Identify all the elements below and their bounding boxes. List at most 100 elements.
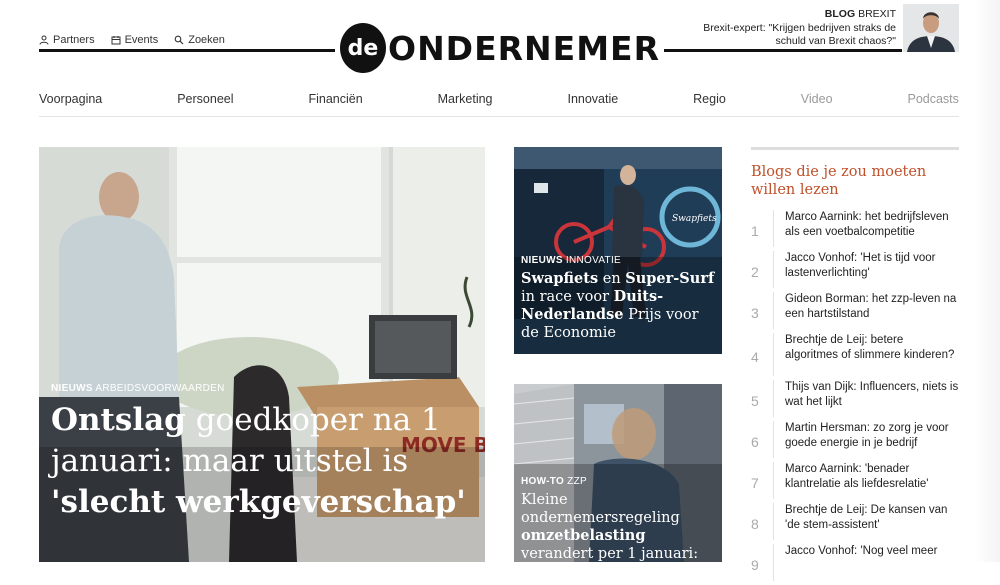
list-item-divider [773, 503, 774, 540]
list-item-number: 5 [751, 392, 759, 409]
list-item[interactable]: 1 Marco Aarnink: het bedrijfsleven als ee… [751, 210, 959, 251]
list-item[interactable]: 9 Jacco Vonhof: 'Nog veel meer [751, 544, 959, 585]
nav-financien[interactable]: Financiën [308, 92, 362, 106]
list-item-text: Martin Hersman: zo zorg je voor goede en… [785, 422, 949, 449]
list-item[interactable]: 5 Thijs van Dijk: Influencers, niets is w… [751, 380, 959, 421]
list-item-number: 7 [751, 474, 759, 491]
card1-title-p1: Swapfiets [521, 270, 599, 287]
card1-kicker: NIEUWS INNOVATIE [521, 255, 717, 266]
list-item-number: 9 [751, 556, 759, 573]
list-item-number: 6 [751, 433, 759, 450]
list-item[interactable]: 8 Brechtje de Leij: De kansen van 'de ste… [751, 503, 959, 544]
logo-word: ONDERNEMER [388, 28, 660, 68]
article-card-kor[interactable]: HOW-TO ZZP Kleine ondernemersregeling om… [514, 384, 722, 562]
hero-title-part3: 'slecht werkgeverschap' [51, 484, 466, 520]
article-card-swapfiets[interactable]: Swapfiets NIEUWS INNOVATIE Swapfiets en … [514, 147, 722, 354]
card2-text: HOW-TO ZZP Kleine ondernemersregeling om… [521, 476, 717, 562]
list-item[interactable]: 2 Jacco Vonhof: 'Het is tijd voor lastenv… [751, 251, 959, 292]
nav-regio[interactable]: Regio [693, 92, 726, 106]
search-link[interactable]: Zoeken [174, 34, 225, 46]
nav-marketing[interactable]: Marketing [438, 92, 493, 106]
page: Partners Events Zoeken de ONDERNEMER BLO… [0, 0, 1000, 581]
nav-personeel[interactable]: Personeel [177, 92, 233, 106]
hero-kicker-bold: NIEUWS [51, 383, 93, 394]
card2-kicker: HOW-TO ZZP [521, 476, 717, 487]
hero-title-part1: Ontslag [51, 402, 186, 438]
blog-promo-kicker-rest: BREXIT [858, 8, 896, 20]
list-item-divider [773, 421, 774, 458]
nav-video[interactable]: Video [801, 92, 833, 106]
card1-text: NIEUWS INNOVATIE Swapfiets en Super-Surf… [521, 255, 717, 342]
page-edge-shade [974, 0, 1000, 562]
partners-label: Partners [53, 34, 95, 46]
card1-kicker-rest: INNOVATIE [565, 255, 622, 266]
card1-title-p4: in race voor [521, 289, 614, 305]
header-rule-left [39, 49, 335, 52]
hero-title[interactable]: Ontslag goedkoper na 1 januari: maar uit… [51, 400, 471, 523]
list-item-divider [773, 544, 774, 581]
list-item-text: Thijs van Dijk: Influencers, niets is wa… [785, 381, 959, 408]
list-item-divider [773, 251, 774, 288]
card2-kicker-bold: HOW-TO [521, 476, 565, 487]
list-item[interactable]: 3 Gideon Borman: het zzp-leven na een har… [751, 292, 959, 333]
card2-title-p2: omzetbelasting [521, 527, 646, 544]
list-item-text: Brechtje de Leij: betere algoritmes of s… [785, 334, 955, 361]
utility-nav: Partners Events Zoeken [39, 34, 225, 46]
list-item-divider [773, 462, 774, 499]
search-icon [174, 35, 184, 45]
card1-title-p2: en [598, 271, 626, 287]
list-item-text: Jacco Vonhof: 'Het is tijd voor lastenve… [785, 252, 936, 279]
list-item-number: 8 [751, 515, 759, 532]
list-item-divider [773, 292, 774, 329]
logo-mark-text: de [347, 35, 379, 61]
card1-title[interactable]: Swapfiets en Super-Surf in race voor Dui… [521, 270, 717, 342]
blog-promo-kicker-bold: BLOG [824, 8, 856, 20]
blog-promo[interactable]: BLOG BREXIT Brexit-expert: "Krijgen bedr… [696, 8, 896, 48]
svg-text:Swapfiets: Swapfiets [672, 214, 717, 224]
list-item-divider [773, 210, 774, 247]
blog-promo-kicker: BLOG BREXIT [696, 8, 896, 21]
nav-voorpagina[interactable]: Voorpagina [39, 92, 102, 106]
blogs-sidebar: Blogs die je zou moeten willen lezen 1 Ma… [751, 147, 959, 585]
hero-article[interactable]: MOVE B NIEUWS ARBEIDSVOORWAARDEN Ontslag… [39, 147, 485, 562]
main-nav: Voorpagina Personeel Financiën Marketing… [39, 92, 959, 106]
card2-kicker-rest: ZZP [567, 476, 587, 487]
nav-innovatie[interactable]: Innovatie [567, 92, 618, 106]
calendar-icon [111, 36, 121, 45]
blog-promo-text: Brexit-expert: "Krijgen bedrijven straks… [703, 22, 896, 47]
header-rule-right [664, 49, 902, 52]
search-label: Zoeken [188, 34, 225, 46]
blog-list: 1 Marco Aarnink: het bedrijfsleven als ee… [751, 210, 959, 585]
list-item-divider [773, 333, 774, 376]
list-item[interactable]: 7 Marco Aarnink: 'benader klantrelatie al… [751, 462, 959, 503]
list-item-number: 3 [751, 304, 759, 321]
list-item[interactable]: 6 Martin Hersman: zo zorg je voor goede e… [751, 421, 959, 462]
list-item-text: Gideon Borman: het zzp-leven na een hart… [785, 293, 957, 320]
list-item-text: Brechtje de Leij: De kansen van 'de stem… [785, 504, 948, 531]
author-avatar[interactable] [903, 4, 959, 52]
nav-podcasts[interactable]: Podcasts [907, 92, 958, 106]
site-logo[interactable]: de ONDERNEMER [340, 20, 660, 76]
sidebar-title: Blogs die je zou moeten willen lezen [751, 164, 927, 198]
partners-link[interactable]: Partners [39, 34, 95, 46]
list-item-text: Marco Aarnink: 'benader klantrelatie als… [785, 463, 929, 490]
list-item-number: 4 [751, 348, 759, 365]
events-label: Events [124, 34, 159, 46]
hero-kicker-rest: ARBEIDSVOORWAARDEN [95, 383, 225, 394]
sidebar-top-rule [751, 147, 959, 150]
person-icon [39, 35, 49, 45]
card2-title[interactable]: Kleine ondernemersregeling omzetbelastin… [521, 491, 717, 562]
list-item-number: 2 [751, 263, 759, 280]
events-link[interactable]: Events [111, 34, 159, 46]
list-item-number: 1 [751, 222, 759, 239]
card1-title-p3: Super-Surf [625, 270, 715, 287]
card1-kicker-bold: NIEUWS [521, 255, 563, 266]
card2-title-p1: Kleine ondernemersregeling [521, 492, 680, 526]
list-item[interactable]: 4 Brechtje de Leij: betere algoritmes of … [751, 333, 959, 380]
list-item-divider [773, 380, 774, 417]
card2-title-p3: verandert per 1 januari: dit [521, 546, 699, 562]
hero-text: NIEUWS ARBEIDSVOORWAARDEN Ontslag goedko… [51, 383, 471, 523]
logo-mark: de [340, 23, 387, 73]
list-item-text: Jacco Vonhof: 'Nog veel meer [785, 545, 938, 557]
nav-divider [39, 116, 959, 117]
